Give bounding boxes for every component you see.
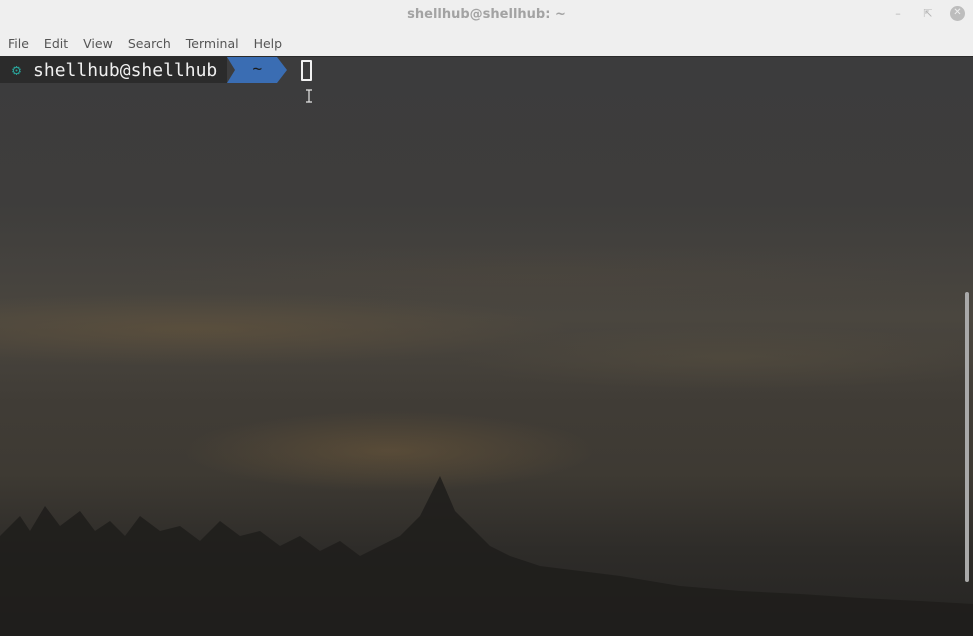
terminal-area[interactable]: ⚙ shellhub@shellhub ~ bbox=[0, 57, 973, 636]
close-icon[interactable]: ✕ bbox=[950, 5, 965, 21]
window-title: shellhub@shellhub: ~ bbox=[407, 7, 566, 22]
ibeam-cursor-icon bbox=[306, 89, 312, 103]
menu-help[interactable]: Help bbox=[248, 36, 289, 51]
background-trees bbox=[0, 476, 973, 636]
gear-icon: ⚙ bbox=[12, 61, 22, 79]
maximize-icon[interactable]: ⇱ bbox=[920, 5, 936, 21]
prompt-dir: ~ bbox=[252, 59, 263, 78]
menu-search[interactable]: Search bbox=[122, 36, 177, 51]
menu-terminal[interactable]: Terminal bbox=[180, 36, 245, 51]
prompt-user: shellhub@shellhub bbox=[33, 59, 218, 81]
scrollbar-thumb[interactable] bbox=[965, 292, 969, 582]
menu-edit[interactable]: Edit bbox=[38, 36, 74, 51]
menu-bar: File Edit View Search Terminal Help bbox=[0, 30, 973, 56]
prompt-line: ⚙ shellhub@shellhub ~ bbox=[0, 57, 313, 83]
window-controls: – ⇱ ✕ bbox=[876, 5, 965, 21]
menu-file[interactable]: File bbox=[2, 36, 35, 51]
prompt-user-segment: ⚙ shellhub@shellhub bbox=[0, 57, 228, 83]
title-bar[interactable]: shellhub@shellhub: ~ – ⇱ ✕ bbox=[0, 0, 973, 31]
menu-view[interactable]: View bbox=[77, 36, 119, 51]
terminal-window: shellhub@shellhub: ~ – ⇱ ✕ File Edit Vie… bbox=[0, 0, 973, 636]
text-cursor bbox=[301, 59, 313, 81]
minimize-icon[interactable]: – bbox=[890, 5, 906, 21]
prompt-dir-segment: ~ bbox=[227, 57, 288, 83]
